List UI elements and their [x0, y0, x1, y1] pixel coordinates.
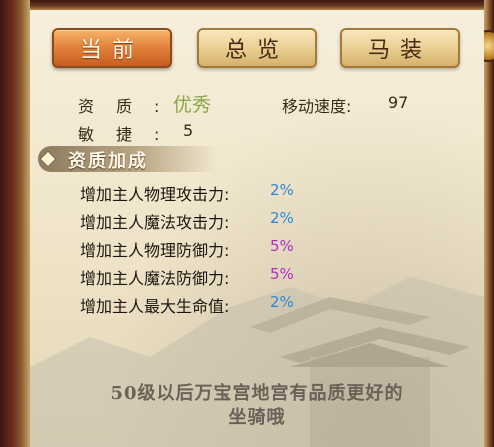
bonus-row-physical-defense: 增加主人物理防御力: 5%: [80, 234, 320, 260]
agility-label: 敏捷:: [78, 125, 182, 144]
hint-line-1: 50级以后万宝宫地宫有品质更好的: [110, 383, 404, 404]
window-frame-left: [0, 0, 30, 447]
speed-label: 移动速度:: [282, 97, 352, 116]
section-header: 资质加成: [38, 146, 218, 172]
bonus-name: 增加主人最大生命值:: [80, 297, 230, 316]
bonus-value: 2%: [270, 293, 294, 311]
window-frame-top: [0, 0, 494, 10]
speed-value: 97: [388, 93, 409, 112]
agility-value: 5: [183, 121, 194, 140]
diamond-icon: [39, 150, 57, 168]
bonus-value: 5%: [270, 265, 294, 283]
bonus-name: 增加主人魔法防御力:: [80, 269, 230, 288]
quality-value: 优秀: [173, 94, 212, 116]
tab-mount-outfit[interactable]: 马装: [340, 28, 460, 68]
bonus-list: 增加主人物理攻击力: 2% 增加主人魔法攻击力: 2% 增加主人物理防御力: 5…: [30, 178, 484, 318]
section-title: 资质加成: [68, 151, 148, 172]
hint-line-2: 坐骑哦: [228, 407, 286, 428]
mount-panel: 当前 总览 马装 资质: 优秀 移动速度: 97 敏捷: 5 资质加成 增加主人…: [30, 10, 484, 447]
bonus-name: 增加主人魔法攻击力:: [80, 213, 230, 232]
tab-bar: 当前 总览 马装: [30, 10, 484, 80]
bonus-value: 2%: [270, 181, 294, 199]
bonus-name: 增加主人物理攻击力:: [80, 185, 230, 204]
bonus-row-physical-attack: 增加主人物理攻击力: 2%: [80, 178, 320, 204]
tab-overview[interactable]: 总览: [197, 28, 317, 68]
bonus-name: 增加主人物理防御力:: [80, 241, 230, 260]
bonus-row-magic-attack: 增加主人魔法攻击力: 2%: [80, 206, 320, 232]
hint-text: 50级以后万宝宫地宫有品质更好的 坐骑哦: [70, 382, 444, 430]
bonus-value: 2%: [270, 209, 294, 227]
bonus-row-magic-defense: 增加主人魔法防御力: 5%: [80, 262, 320, 288]
tab-current[interactable]: 当前: [52, 28, 172, 68]
bonus-value: 5%: [270, 237, 294, 255]
quality-label: 资质:: [78, 97, 182, 116]
window-frame-right: [472, 0, 494, 447]
bonus-row-max-hp: 增加主人最大生命值: 2%: [80, 290, 320, 316]
